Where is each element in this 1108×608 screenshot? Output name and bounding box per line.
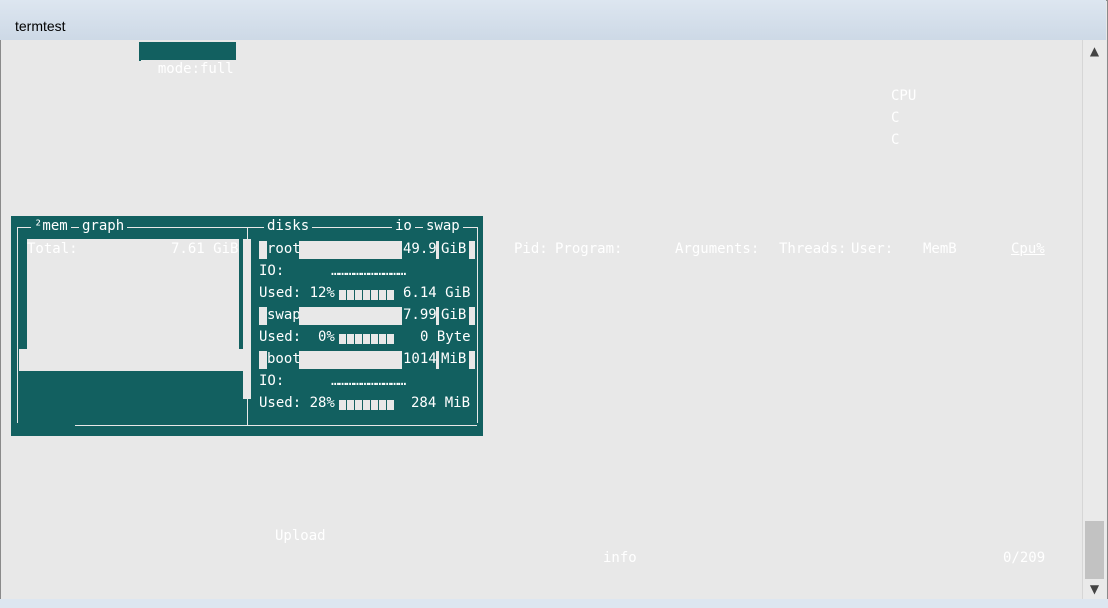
tab-swap[interactable]: swap (423, 218, 463, 234)
tab-disks[interactable]: disks (264, 218, 313, 234)
disk-root-used-label: Used: 12% (259, 285, 335, 301)
cpu-title: CPU (891, 88, 917, 104)
tab-io[interactable]: io (392, 218, 415, 234)
disk-swap-bar (299, 307, 402, 325)
panel-bottom-border (75, 425, 477, 426)
panel-left-border (17, 227, 18, 423)
disk-root-end (469, 241, 475, 259)
disk-boot-name: boot (267, 351, 301, 367)
disk-boot-unit: MiB (441, 351, 467, 367)
disk-boot-size: 1014 (403, 351, 437, 367)
disk-swap-size: 7.99 (403, 307, 437, 323)
proc-count: 0/209 (1003, 550, 1046, 566)
disk-swap-end (469, 307, 475, 325)
disk-swap-marker (259, 307, 267, 325)
disk-root-used-bar (339, 290, 395, 300)
disk-root-used-value: 6.14 GiB (403, 285, 471, 301)
mode-indicator[interactable]: mode:full (139, 42, 236, 77)
proc-col-user[interactable]: User: (851, 241, 893, 257)
disk-boot-marker (259, 351, 267, 369)
disk-root-io-label: IO: (259, 263, 285, 279)
mem-disks-panel: ²mem graph disks io swap Total: 7.61 GiB… (11, 216, 483, 436)
proc-col-cpu[interactable]: Cpu% (1011, 241, 1045, 257)
title-bar: termtest (0, 0, 1106, 40)
cpu-core-label-2: C (891, 132, 900, 148)
disk-boot-used-label: Used: 28% (259, 395, 335, 411)
net-upload-label: Upload (275, 528, 326, 544)
mem-graph-bottom (19, 349, 251, 371)
disk-boot-io-label: IO: (259, 373, 285, 389)
vertical-scrollbar[interactable]: ▲ ▼ (1082, 40, 1106, 600)
scroll-up-icon[interactable]: ▲ (1083, 40, 1106, 62)
cpu-core-label-1: C (891, 110, 900, 126)
disk-swap-used-value: 0 Byte (420, 329, 471, 345)
disk-root-bar (299, 241, 402, 259)
mem-scroll-edge (243, 239, 251, 399)
disk-swap-used-bar (339, 334, 395, 344)
proc-info-button[interactable]: info (603, 550, 637, 566)
disk-root-unit: GiB (441, 241, 467, 257)
proc-col-threads[interactable]: Threads: (779, 241, 846, 257)
disk-root-size: 49.9 (403, 241, 437, 257)
disk-boot-used-bar (339, 400, 395, 410)
tab-graph[interactable]: graph (79, 218, 128, 234)
mode-border-left (139, 43, 141, 61)
proc-col-pid[interactable]: Pid: (514, 241, 548, 257)
mode-label: mode:full (157, 61, 234, 77)
disk-boot-io-graph: ………………………… (331, 373, 406, 389)
disk-boot-used-value: 284 MiB (411, 395, 471, 411)
panel-right-border (477, 227, 478, 423)
scroll-thumb[interactable] (1085, 521, 1104, 579)
disk-boot-bar (299, 351, 402, 369)
disk-swap-unit: GiB (441, 307, 467, 323)
window-title: termtest (15, 18, 66, 34)
disk-boot-end (469, 351, 475, 369)
proc-col-program[interactable]: Program: (555, 241, 622, 257)
proc-col-arguments[interactable]: Arguments: (675, 241, 759, 257)
scroll-down-icon[interactable]: ▼ (1083, 578, 1106, 600)
disk-boot-sep (436, 351, 439, 369)
mem-total-value: 7.61 GiB (171, 241, 239, 257)
tab-mem[interactable]: ²mem (31, 218, 71, 234)
window-bottom-edge (0, 599, 1108, 608)
disk-root-io-graph: ………………………… (331, 263, 406, 279)
mem-total-label: Total: (27, 241, 78, 257)
disk-root-marker (259, 241, 267, 259)
disk-swap-name: swap (267, 307, 301, 323)
disk-root-sep (436, 241, 439, 259)
disk-swap-sep (436, 307, 439, 325)
disk-swap-used-label: Used: 0% (259, 329, 335, 345)
disk-root-name: root (267, 241, 301, 257)
proc-col-memb[interactable]: MemB (923, 241, 957, 257)
